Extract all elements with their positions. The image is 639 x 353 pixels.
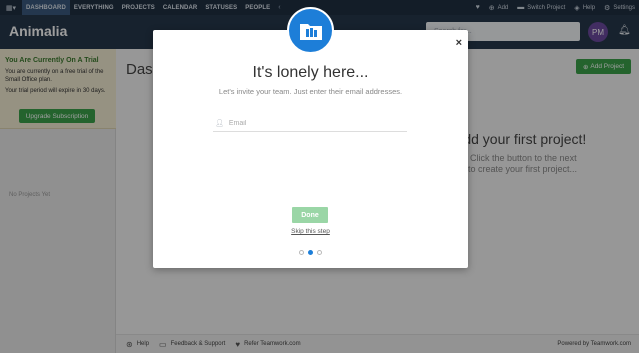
step-dot[interactable]: [317, 250, 322, 255]
email-input[interactable]: [228, 119, 399, 127]
done-button[interactable]: Done: [292, 207, 328, 223]
step-dot[interactable]: [299, 250, 304, 255]
skip-step-link[interactable]: Skip this step: [153, 228, 468, 235]
close-icon[interactable]: ×: [456, 37, 462, 49]
team-folder-icon: [287, 7, 334, 54]
modal-title: It's lonely here...: [252, 64, 369, 81]
modal-subtitle: Let's invite your team. Just enter their…: [218, 87, 403, 96]
folder-people-icon: [299, 23, 322, 40]
invite-team-modal: × It's lonely here... Let's invite your …: [153, 30, 468, 268]
step-dot-active[interactable]: [308, 250, 313, 255]
step-indicator: [299, 250, 322, 255]
user-icon: 👤︎: [215, 120, 224, 127]
email-field[interactable]: 👤︎: [213, 115, 407, 132]
